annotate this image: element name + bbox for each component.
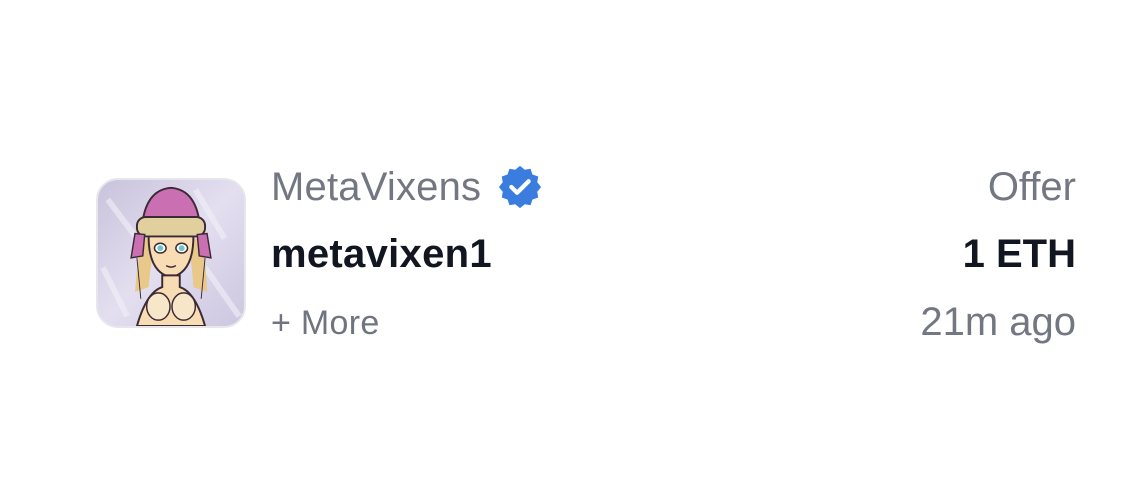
- time-ago-label[interactable]: 21m ago: [920, 296, 1076, 348]
- collection-name[interactable]: MetaVixens: [271, 163, 481, 211]
- event-type-label: Offer: [987, 165, 1076, 209]
- price-value: 1 ETH: [962, 232, 1076, 276]
- more-button[interactable]: + More: [271, 300, 380, 346]
- nft-avatar-image: [98, 180, 244, 326]
- verified-badge-icon: [497, 164, 543, 210]
- nft-thumbnail[interactable]: [96, 178, 246, 328]
- collection-line: MetaVixens: [271, 163, 543, 211]
- token-name[interactable]: metavixen1: [271, 227, 492, 281]
- activity-row[interactable]: MetaVixens metavixen1 + More Offer 1 ETH…: [96, 163, 1076, 346]
